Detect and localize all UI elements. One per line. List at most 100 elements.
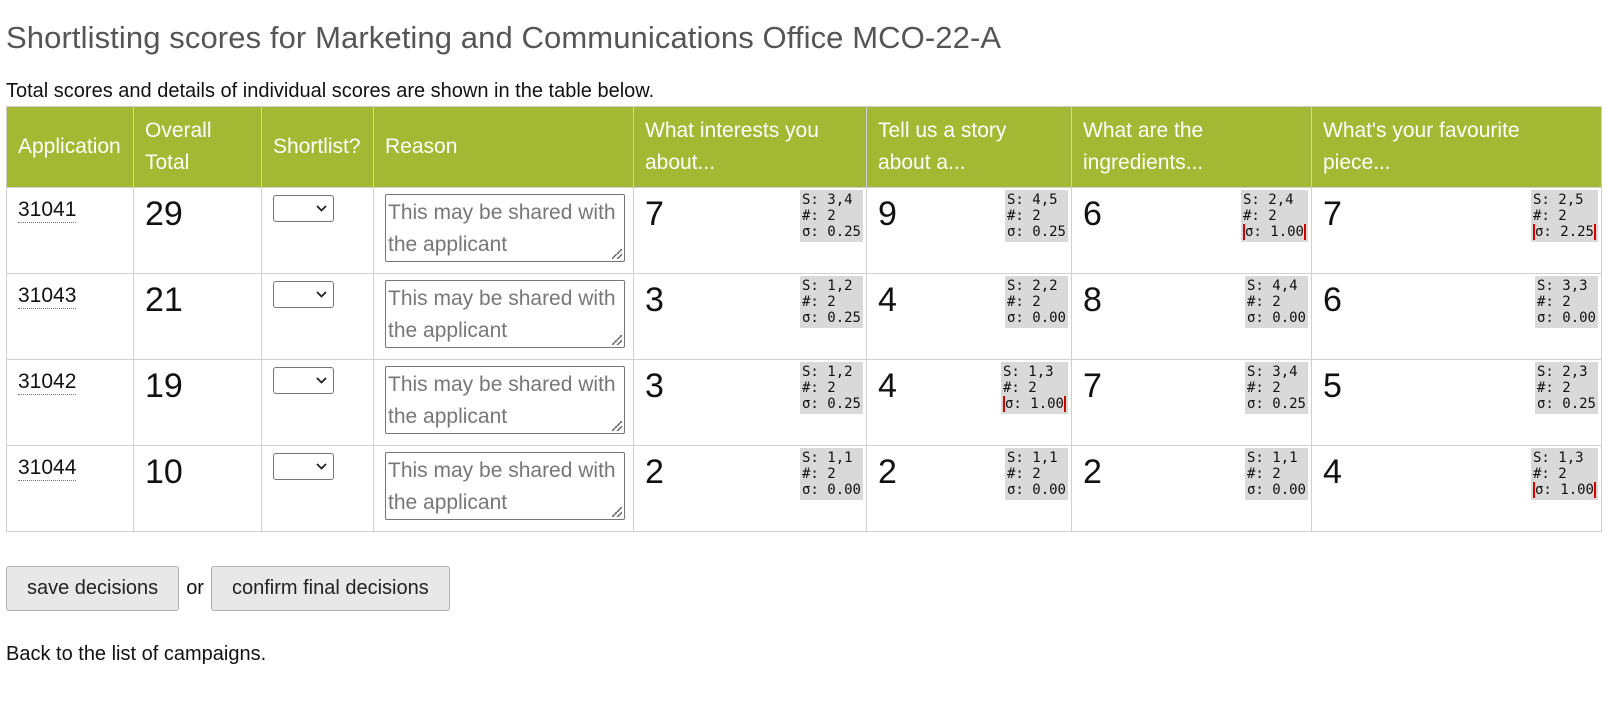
reviewer-count: #: 2 bbox=[1536, 380, 1571, 396]
sigma-value: σ: 0.00 bbox=[1536, 310, 1596, 326]
header-reason: Reason bbox=[373, 106, 634, 188]
reason-textarea[interactable]: This may be shared with the applicant bbox=[385, 280, 625, 348]
sigma-flagged: σ: 1.00 bbox=[1002, 396, 1066, 412]
chevron-down-icon bbox=[316, 463, 327, 470]
application-cell: 31044 bbox=[6, 445, 134, 532]
scores-list: S: 2,4 bbox=[1242, 192, 1294, 208]
application-id-link[interactable]: 31043 bbox=[18, 284, 77, 309]
shortlist-select[interactable] bbox=[273, 195, 334, 222]
shortlist-cell bbox=[261, 359, 374, 446]
overall-total-cell: 29 bbox=[133, 187, 262, 274]
score-stats: S: 1,1 #: 2 σ: 0.00 bbox=[1004, 448, 1068, 500]
question-3-score-cell: 7 S: 3,4 #: 2 σ: 0.25 bbox=[1071, 359, 1312, 446]
scores-list: S: 2,2 bbox=[1006, 278, 1058, 294]
application-cell: 31043 bbox=[6, 273, 134, 360]
scores-list: S: 1,1 bbox=[1246, 450, 1298, 466]
score-value: 3 bbox=[645, 367, 664, 405]
question-1-score-cell: 3 S: 1,2 #: 2 σ: 0.25 bbox=[633, 273, 867, 360]
score-stats: S: 1,1 #: 2 σ: 0.00 bbox=[799, 448, 863, 500]
score-stats: S: 1,3 #: 2 σ: 1.00 bbox=[1000, 362, 1068, 414]
sigma-value: σ: 0.25 bbox=[801, 224, 861, 240]
score-stats: S: 1,2 #: 2 σ: 0.25 bbox=[799, 276, 863, 328]
reason-textarea[interactable]: This may be shared with the applicant bbox=[385, 366, 625, 434]
chevron-down-icon bbox=[316, 377, 327, 384]
reviewer-count: #: 2 bbox=[1006, 294, 1041, 310]
confirm-final-decisions-button[interactable]: confirm final decisions bbox=[210, 565, 450, 611]
page: Shortlisting scores for Marketing and Co… bbox=[0, 0, 1607, 706]
overall-total-value: 19 bbox=[145, 367, 183, 405]
resize-grip-icon[interactable] bbox=[612, 335, 622, 345]
score-value: 6 bbox=[1083, 195, 1102, 233]
scores-list: S: 3,4 bbox=[801, 192, 853, 208]
or-separator: or bbox=[186, 576, 204, 599]
reviewer-count: #: 2 bbox=[1006, 466, 1041, 482]
score-stats: S: 4,4 #: 2 σ: 0.00 bbox=[1244, 276, 1308, 328]
overall-total-cell: 10 bbox=[133, 445, 262, 532]
score-value: 2 bbox=[645, 453, 664, 491]
score-stats: S: 1,1 #: 2 σ: 0.00 bbox=[1244, 448, 1308, 500]
chevron-down-icon bbox=[316, 291, 327, 298]
resize-grip-icon[interactable] bbox=[612, 507, 622, 517]
header-question-2: Tell us a story about a... bbox=[866, 106, 1072, 188]
reason-placeholder: This may be shared with the applicant bbox=[388, 373, 616, 428]
application-id-link[interactable]: 31042 bbox=[18, 370, 77, 395]
shortlist-select[interactable] bbox=[273, 453, 334, 480]
score-value: 3 bbox=[645, 281, 664, 319]
reason-placeholder: This may be shared with the applicant bbox=[388, 201, 616, 256]
reviewer-count: #: 2 bbox=[1246, 294, 1281, 310]
sigma-value: σ: 0.00 bbox=[801, 482, 861, 498]
score-value: 2 bbox=[1083, 453, 1102, 491]
application-id-link[interactable]: 31041 bbox=[18, 198, 77, 223]
question-4-score-cell: 5 S: 2,3 #: 2 σ: 0.25 bbox=[1311, 359, 1602, 446]
score-value: 9 bbox=[878, 195, 897, 233]
table-row: 31042 19 This may be shared with the appli… bbox=[6, 359, 1602, 446]
resize-grip-icon[interactable] bbox=[612, 249, 622, 259]
intro-text: Total scores and details of individual s… bbox=[6, 80, 655, 102]
reviewer-count: #: 2 bbox=[801, 208, 836, 224]
question-1-score-cell: 2 S: 1,1 #: 2 σ: 0.00 bbox=[633, 445, 867, 532]
reviewer-count: #: 2 bbox=[801, 294, 836, 310]
score-value: 4 bbox=[1323, 453, 1342, 491]
reason-textarea[interactable]: This may be shared with the applicant bbox=[385, 452, 625, 520]
question-4-score-cell: 6 S: 3,3 #: 2 σ: 0.00 bbox=[1311, 273, 1602, 360]
scores-list: S: 2,3 bbox=[1536, 364, 1588, 380]
score-stats: S: 3,4 #: 2 σ: 0.25 bbox=[1244, 362, 1308, 414]
application-id-link[interactable]: 31044 bbox=[18, 456, 77, 481]
question-4-score-cell: 7 S: 2,5 #: 2 σ: 2.25 bbox=[1311, 187, 1602, 274]
scores-list: S: 1,2 bbox=[801, 364, 853, 380]
reviewer-count: #: 2 bbox=[1246, 380, 1281, 396]
resize-grip-icon[interactable] bbox=[612, 421, 622, 431]
sigma-flagged: σ: 1.00 bbox=[1532, 482, 1596, 498]
chevron-down-icon bbox=[316, 205, 327, 212]
question-2-score-cell: 9 S: 4,5 #: 2 σ: 0.25 bbox=[866, 187, 1072, 274]
table-row: 31041 29 This may be shared with the appli… bbox=[6, 187, 1602, 274]
score-value: 7 bbox=[1323, 195, 1342, 233]
shortlist-select[interactable] bbox=[273, 281, 334, 308]
sigma-value: σ: 0.25 bbox=[1536, 396, 1596, 412]
scores-list: S: 1,3 bbox=[1002, 364, 1054, 380]
reviewer-count: #: 2 bbox=[1006, 208, 1041, 224]
question-2-score-cell: 2 S: 1,1 #: 2 σ: 0.00 bbox=[866, 445, 1072, 532]
score-stats: S: 2,5 #: 2 σ: 2.25 bbox=[1530, 190, 1598, 242]
question-3-score-cell: 6 S: 2,4 #: 2 σ: 1.00 bbox=[1071, 187, 1312, 274]
score-stats: S: 2,3 #: 2 σ: 0.25 bbox=[1534, 362, 1598, 414]
application-cell: 31042 bbox=[6, 359, 134, 446]
save-decisions-button[interactable]: save decisions bbox=[6, 565, 180, 611]
score-stats: S: 4,5 #: 2 σ: 0.25 bbox=[1004, 190, 1068, 242]
shortlist-select[interactable] bbox=[273, 367, 334, 394]
score-stats: S: 3,4 #: 2 σ: 0.25 bbox=[799, 190, 863, 242]
action-bar: save decisions or confirm final decision… bbox=[6, 565, 1601, 611]
back-to-campaigns-link[interactable]: Back to the list of campaigns. bbox=[6, 643, 1601, 666]
sigma-value: σ: 0.00 bbox=[1246, 310, 1306, 326]
scores-list: S: 3,4 bbox=[1246, 364, 1298, 380]
score-stats: S: 1,2 #: 2 σ: 0.25 bbox=[799, 362, 863, 414]
overall-total-value: 10 bbox=[145, 453, 183, 491]
scores-list: S: 1,3 bbox=[1532, 450, 1584, 466]
header-question-3: What are the ingredients... bbox=[1071, 106, 1312, 188]
scores-list: S: 1,2 bbox=[801, 278, 853, 294]
score-stats: S: 2,4 #: 2 σ: 1.00 bbox=[1240, 190, 1308, 242]
question-1-score-cell: 3 S: 1,2 #: 2 σ: 0.25 bbox=[633, 359, 867, 446]
reason-textarea[interactable]: This may be shared with the applicant bbox=[385, 194, 625, 262]
reviewer-count: #: 2 bbox=[1002, 380, 1037, 396]
scores-list: S: 1,1 bbox=[801, 450, 853, 466]
